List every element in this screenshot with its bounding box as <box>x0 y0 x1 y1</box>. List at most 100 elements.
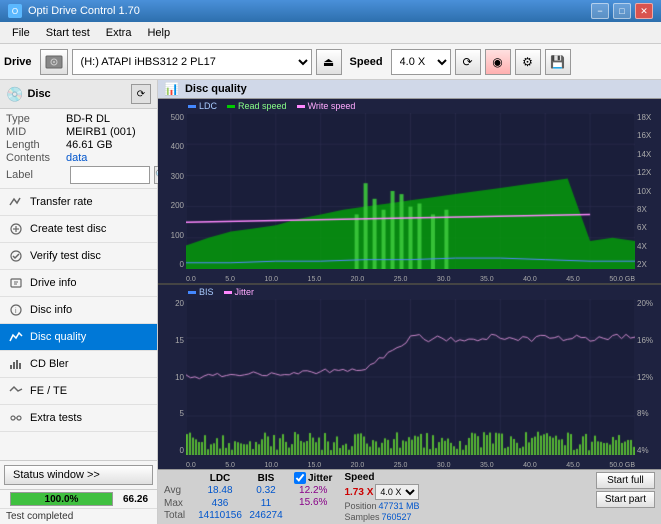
disc-info-icon: i <box>8 302 24 318</box>
bottom-chart-canvas <box>186 299 635 455</box>
bis-label: BIS <box>199 287 214 297</box>
position-value: 47731 MB <box>378 501 419 511</box>
nav-fe-te[interactable]: FE / TE <box>0 378 157 405</box>
length-key: Length <box>6 139 66 151</box>
nav-disc-quality[interactable]: Disc quality <box>0 324 157 351</box>
y-200: 200 <box>171 201 184 210</box>
refresh-button[interactable]: ⟳ <box>455 49 481 75</box>
chart-title: Disc quality <box>185 83 247 95</box>
progress-bar-container: 100.0% <box>10 492 113 506</box>
nav-transfer-rate[interactable]: Transfer rate <box>0 189 157 216</box>
drive-icon-btn[interactable] <box>40 49 68 75</box>
by-0: 0 <box>180 446 184 455</box>
speed-label: Speed <box>350 56 383 68</box>
x-35: 35.0 <box>480 276 494 283</box>
nav-create-test-disc[interactable]: Create test disc <box>0 216 157 243</box>
yr-12x: 12X <box>637 168 651 177</box>
app-title: Opti Drive Control 1.70 <box>28 5 140 17</box>
nav-extra-tests-label: Extra tests <box>30 412 82 424</box>
menu-file[interactable]: File <box>4 25 38 41</box>
total-label: Total <box>164 510 194 523</box>
drive-info-icon <box>8 275 24 291</box>
bottom-y-axis-right: 20% 16% 12% 8% 4% <box>635 299 661 455</box>
write-label: Write speed <box>308 101 356 111</box>
nav-disc-info[interactable]: i Disc info <box>0 297 157 324</box>
ldc-header: LDC <box>194 472 246 485</box>
disc-refresh-button[interactable]: ⟳ <box>131 84 151 104</box>
close-button[interactable]: ✕ <box>635 3 653 19</box>
contents-key: Contents <box>6 152 66 164</box>
nav-extra-tests[interactable]: Extra tests <box>0 405 157 432</box>
byr-16: 16% <box>637 336 653 345</box>
top-y-axis-right: 18X 16X 14X 12X 10X 8X 6X 4X 2X <box>635 113 661 269</box>
start-part-button[interactable]: Start part <box>596 491 655 508</box>
jitter-label: Jitter <box>235 287 255 297</box>
by-5: 5 <box>180 409 184 418</box>
sidebar: 💿 Disc ⟳ Type BD-R DL MID MEIRB1 (001) L… <box>0 80 158 524</box>
chart-area: 📊 Disc quality LDC Read speed <box>158 80 661 524</box>
disc-quality-icon <box>8 329 24 345</box>
cd-bler-icon <box>8 356 24 372</box>
top-x-axis: 0.0 5.0 10.0 15.0 20.0 25.0 30.0 35.0 40… <box>186 276 635 283</box>
x-50: 50.0 GB <box>609 276 635 283</box>
toolbar: Drive (H:) ATAPI iHBS312 2 PL17 ⏏ Speed … <box>0 44 661 80</box>
minimize-button[interactable]: − <box>591 3 609 19</box>
status-window-button[interactable]: Status window >> <box>4 465 153 485</box>
write-speed-legend: Write speed <box>297 101 356 111</box>
menu-start-test[interactable]: Start test <box>38 25 98 41</box>
disc-info-panel: Type BD-R DL MID MEIRB1 (001) Length 46.… <box>0 109 157 189</box>
top-legend: LDC Read speed Write speed <box>188 101 355 111</box>
info-bar: LDC BIS Avg 18.48 0.32 Max 436 11 <box>158 469 661 524</box>
write-dot <box>297 105 305 108</box>
verify-test-disc-icon <box>8 248 24 264</box>
app-icon: O <box>8 4 22 18</box>
nav-drive-info-label: Drive info <box>30 277 76 289</box>
avg-ldc: 18.48 <box>194 485 246 498</box>
nav-menu: Transfer rate Create test disc Verify te… <box>0 189 157 460</box>
nav-drive-info[interactable]: Drive info <box>0 270 157 297</box>
drive-select[interactable]: (H:) ATAPI iHBS312 2 PL17 <box>72 49 312 75</box>
jitter-checkbox-row: Jitter <box>294 472 332 484</box>
top-chart: LDC Read speed Write speed 500 400 300 <box>158 99 661 284</box>
nav-verify-test-disc[interactable]: Verify test disc <box>0 243 157 270</box>
maximize-button[interactable]: □ <box>613 3 631 19</box>
jitter-checkbox[interactable] <box>294 472 306 484</box>
start-full-button[interactable]: Start full <box>596 472 655 489</box>
speed-dropdown[interactable]: 4.0 X <box>375 484 419 500</box>
main-content: 💿 Disc ⟳ Type BD-R DL MID MEIRB1 (001) L… <box>0 80 661 524</box>
length-value: 46.61 GB <box>66 139 112 151</box>
menu-extra[interactable]: Extra <box>98 25 140 41</box>
menu-help[interactable]: Help <box>139 25 178 41</box>
nav-create-test-disc-label: Create test disc <box>30 223 106 235</box>
nav-cd-bler-label: CD Bler <box>30 358 69 370</box>
nav-transfer-rate-label: Transfer rate <box>30 196 93 208</box>
jitter-col-label: Jitter <box>308 473 332 484</box>
bottom-y-axis-left: 20 15 10 5 0 <box>158 299 186 455</box>
x-5: 5.0 <box>225 276 235 283</box>
chart-header: 📊 Disc quality <box>158 80 661 99</box>
yr-2x: 2X <box>637 260 647 269</box>
disc-quality-icon-btn[interactable]: ◉ <box>485 49 511 75</box>
total-bis: 246274 <box>246 510 286 523</box>
disc-icon: 💿 <box>6 86 23 103</box>
avg-label: Avg <box>164 485 194 498</box>
eject-button[interactable]: ⏏ <box>316 49 342 75</box>
position-label: Position <box>344 501 376 511</box>
speed-select[interactable]: 4.0 X 8.0 X <box>391 49 451 75</box>
avg-bis: 0.32 <box>246 485 286 498</box>
byr-20: 20% <box>637 299 653 308</box>
max-label: Max <box>164 497 194 510</box>
nav-cd-bler[interactable]: CD Bler <box>0 351 157 378</box>
save-button[interactable]: 💾 <box>545 49 571 75</box>
y-300: 300 <box>171 172 184 181</box>
settings-button[interactable]: ⚙ <box>515 49 541 75</box>
yr-14x: 14X <box>637 150 651 159</box>
progress-text: 100.0% <box>11 493 112 505</box>
title-bar: O Opti Drive Control 1.70 − □ ✕ <box>0 0 661 22</box>
ldc-dot <box>188 105 196 108</box>
label-input[interactable] <box>70 166 150 184</box>
y-400: 400 <box>171 142 184 151</box>
drive-label: Drive <box>4 56 32 68</box>
action-buttons: Start full Start part <box>596 472 655 522</box>
bottom-chart: BIS Jitter 20 15 10 5 0 20% <box>158 284 661 469</box>
